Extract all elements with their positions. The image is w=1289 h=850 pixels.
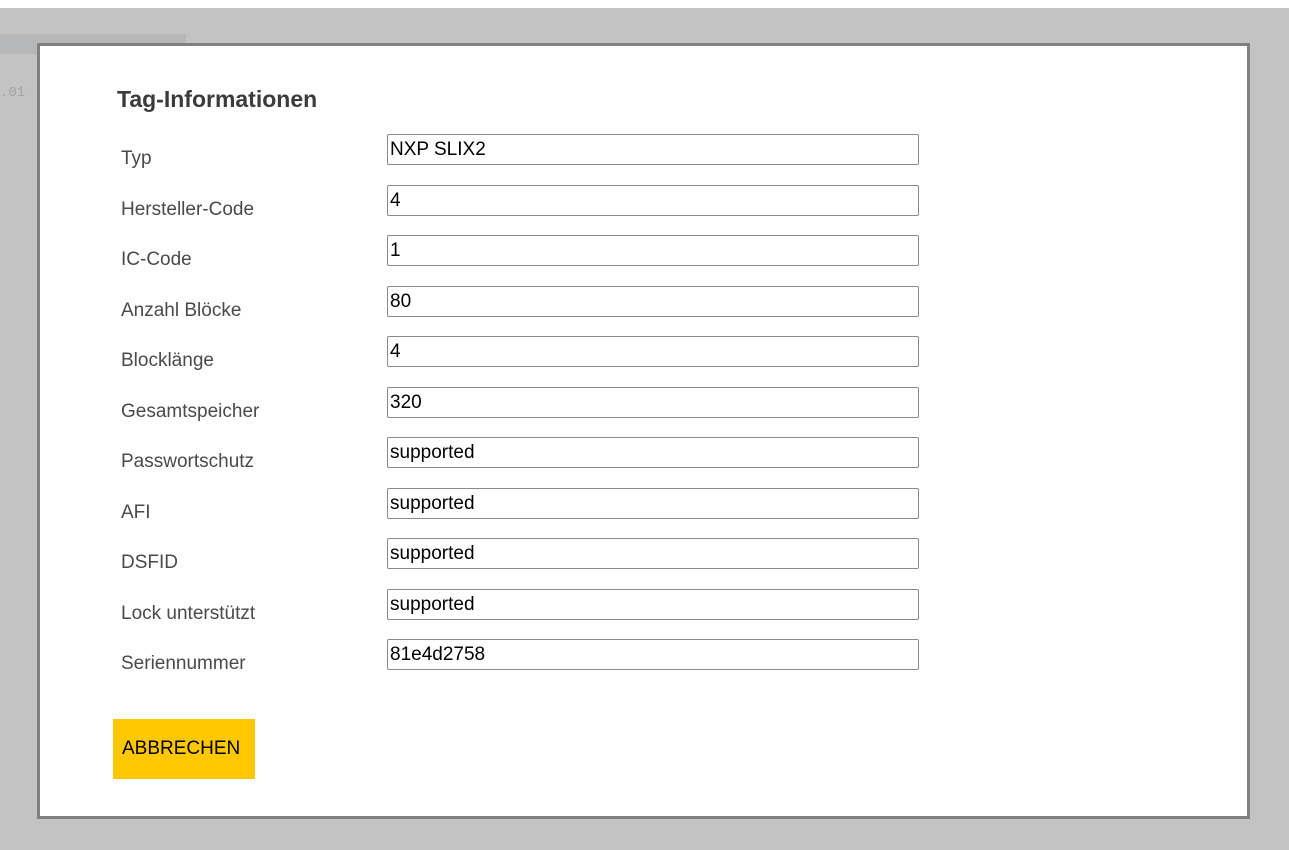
ic-code-field[interactable] <box>387 235 919 266</box>
tag-info-dialog: Tag-Informationen Typ Hersteller-Code IC… <box>37 43 1250 819</box>
afi-field[interactable] <box>387 488 919 519</box>
field-label-seriennummer: Seriennummer <box>121 653 246 674</box>
field-label-anzahl-bloecke: Anzahl Blöcke <box>121 300 242 321</box>
field-label-ic-code: IC-Code <box>121 249 192 270</box>
background-text: .01 <box>0 85 26 101</box>
field-label-passwortschutz: Passwortschutz <box>121 451 255 472</box>
field-label-afi: AFI <box>121 502 151 523</box>
blocklaenge-field[interactable] <box>387 336 919 367</box>
field-label-hersteller-code: Hersteller-Code <box>121 199 255 220</box>
gesamtspeicher-field[interactable] <box>387 387 919 418</box>
field-label-gesamtspeicher: Gesamtspeicher <box>121 401 260 422</box>
cancel-button[interactable]: ABBRECHEN <box>113 719 255 779</box>
anzahl-bloecke-field[interactable] <box>387 286 919 317</box>
typ-field[interactable] <box>387 134 919 165</box>
field-label-dsfid: DSFID <box>121 552 178 573</box>
passwortschutz-field[interactable] <box>387 437 919 468</box>
field-label-blocklaenge: Blocklänge <box>121 350 214 371</box>
seriennummer-field[interactable] <box>387 639 919 670</box>
dsfid-field[interactable] <box>387 538 919 569</box>
dialog-title: Tag-Informationen <box>117 86 318 112</box>
hersteller-code-field[interactable] <box>387 185 919 216</box>
field-label-typ: Typ <box>121 148 152 169</box>
lock-unterstuetzt-field[interactable] <box>387 589 919 620</box>
field-label-lock-unterstuetzt: Lock unterstützt <box>121 603 256 624</box>
